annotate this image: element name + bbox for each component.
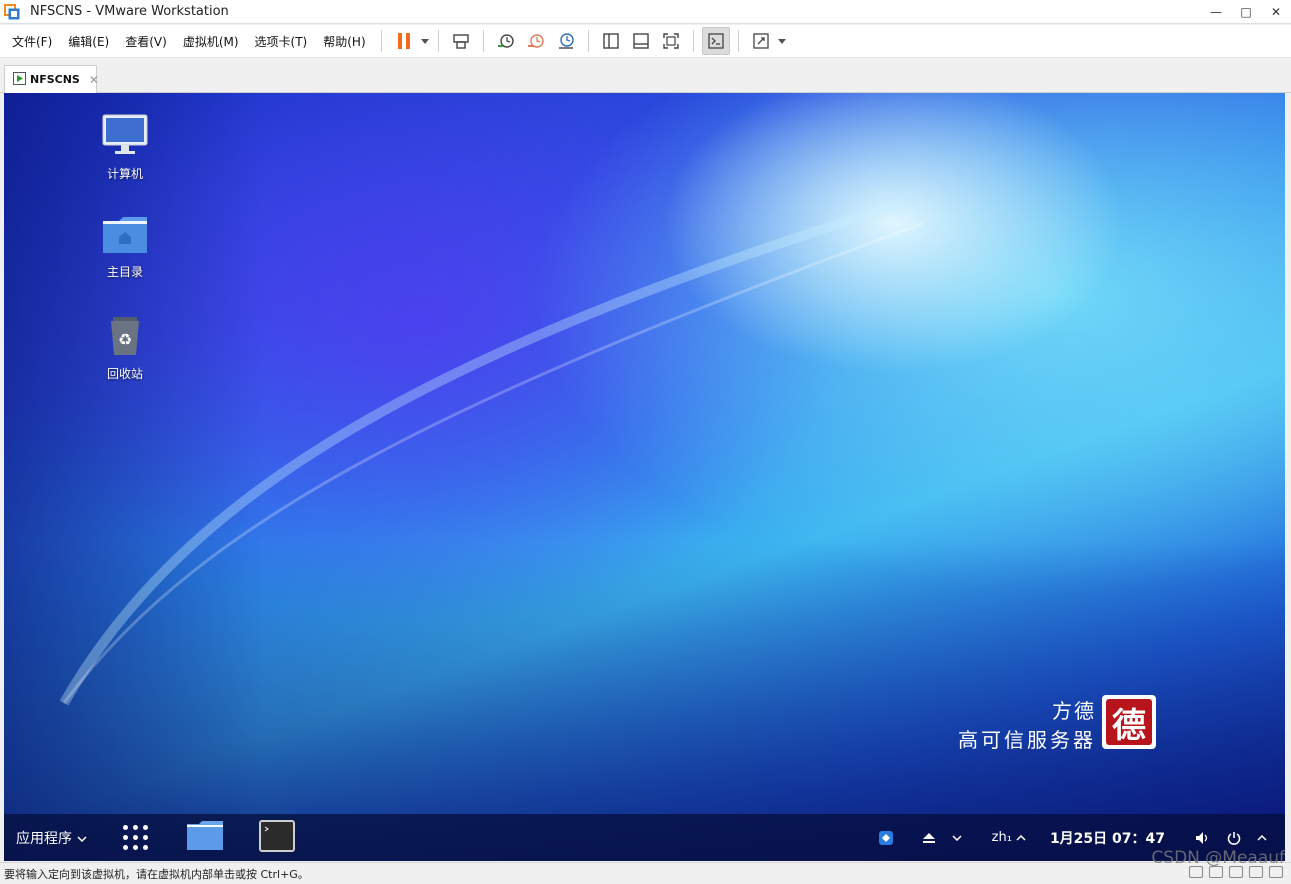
toolbar-divider [692, 30, 694, 52]
desktop-icon-trash[interactable]: ♻ 回收站 [85, 315, 165, 382]
console-view-icon[interactable] [701, 27, 730, 55]
brand-line1: 方德 [1052, 699, 1096, 723]
volume-icon[interactable] [1195, 831, 1211, 845]
toolbar-divider [587, 30, 589, 52]
snapshot-manager-icon[interactable] [552, 27, 580, 55]
show-library-icon[interactable] [597, 27, 625, 55]
toolbar-divider [380, 30, 382, 52]
input-method-label: zh₁ [991, 830, 1012, 845]
vm-console[interactable]: 计算机 主目录 ♻ 回收站 方德 高可信服务器 德 应用程序 zh₁ 1月25日… [4, 93, 1285, 861]
status-hint: 要将输入定向到该虚拟机，请在虚拟机内部单击或按 Ctrl+G。 [4, 867, 309, 881]
power-icon[interactable] [1227, 831, 1241, 845]
home-folder-icon [101, 215, 149, 259]
applications-menu-label: 应用程序 [16, 830, 72, 847]
pause-icon[interactable] [390, 27, 418, 55]
revert-snapshot-icon[interactable] [522, 27, 550, 55]
menu-vm[interactable]: 虚拟机(M) [175, 25, 247, 58]
stretch-icon[interactable] [747, 27, 775, 55]
computer-icon [101, 113, 149, 161]
eject-icon[interactable] [922, 832, 936, 844]
fullscreen-icon[interactable] [657, 27, 685, 55]
desktop-icon-computer[interactable]: 计算机 [85, 113, 165, 182]
applications-menu[interactable]: 应用程序 [16, 828, 87, 848]
close-button[interactable]: ✕ [1261, 0, 1291, 24]
clock[interactable]: 1月25日 07：47 [1050, 828, 1165, 848]
input-method-indicator[interactable]: zh₁ [992, 830, 1026, 845]
maximize-button[interactable]: □ [1231, 0, 1261, 24]
app-grid-icon[interactable] [123, 824, 149, 851]
menu-view[interactable]: 查看(V) [117, 25, 175, 58]
brand-line2: 高可信服务器 [958, 728, 1096, 752]
desktop-icon-label: 回收站 [106, 367, 143, 381]
vmware-logo-icon [4, 3, 20, 20]
desktop-icon-home[interactable]: 主目录 [85, 215, 165, 280]
minimize-button[interactable]: — [1201, 0, 1231, 24]
window-title: NFSCNS - VMware Workstation [30, 4, 229, 19]
toolbar-divider [437, 30, 439, 52]
tab-nfscns[interactable]: NFSCNS ✕ [4, 65, 99, 93]
menu-tabs[interactable]: 选项卡(T) [247, 25, 316, 58]
trash-icon: ♻ [101, 315, 149, 361]
send-ctrl-alt-del-icon[interactable] [447, 27, 475, 55]
chevron-down-icon [77, 830, 87, 846]
window-titlebar: NFSCNS - VMware Workstation — □ ✕ [0, 0, 1291, 24]
show-thumbnails-icon[interactable] [627, 27, 655, 55]
statusbar: 要将输入定向到该虚拟机，请在虚拟机内部单击或按 Ctrl+G。 [0, 862, 1291, 884]
menu-toolbar: 文件(F) 编辑(E) 查看(V) 虚拟机(M) 选项卡(T) 帮助(H) [0, 25, 1291, 58]
desktop-icon-label: 计算机 [106, 167, 143, 181]
desktop-icon-label: 主目录 [106, 265, 143, 279]
menu-file[interactable]: 文件(F) [0, 25, 60, 58]
vm-running-icon [13, 70, 26, 89]
watermark: CSDN @Meaauf [1151, 848, 1285, 868]
menu-edit[interactable]: 编辑(E) [60, 25, 117, 58]
chevron-up-icon[interactable] [1257, 834, 1267, 841]
tab-label: NFSCNS [30, 73, 80, 86]
brand-seal: 德 [1102, 695, 1156, 749]
chevron-up-icon [1016, 830, 1026, 845]
taskbar: 应用程序 zh₁ 1月25日 07：47 [4, 814, 1285, 861]
chevron-down-icon[interactable] [419, 27, 431, 55]
toolbar-divider [737, 30, 739, 52]
terminal-icon[interactable] [259, 819, 295, 856]
close-icon[interactable]: ✕ [89, 73, 99, 87]
brand-seal-char: 德 [1106, 699, 1152, 746]
brand-logo: 方德 高可信服务器 德 [944, 695, 1156, 753]
security-shield-icon[interactable] [878, 830, 894, 846]
vm-tabstrip: NFSCNS ✕ [0, 59, 1291, 93]
chevron-down-icon[interactable] [776, 27, 788, 55]
file-manager-icon[interactable] [185, 820, 225, 856]
snapshot-icon[interactable] [492, 27, 520, 55]
menu-help[interactable]: 帮助(H) [315, 25, 373, 58]
toolbar-divider [482, 30, 484, 52]
svg-text:♻: ♻ [118, 330, 132, 349]
chevron-down-icon[interactable] [952, 834, 962, 841]
